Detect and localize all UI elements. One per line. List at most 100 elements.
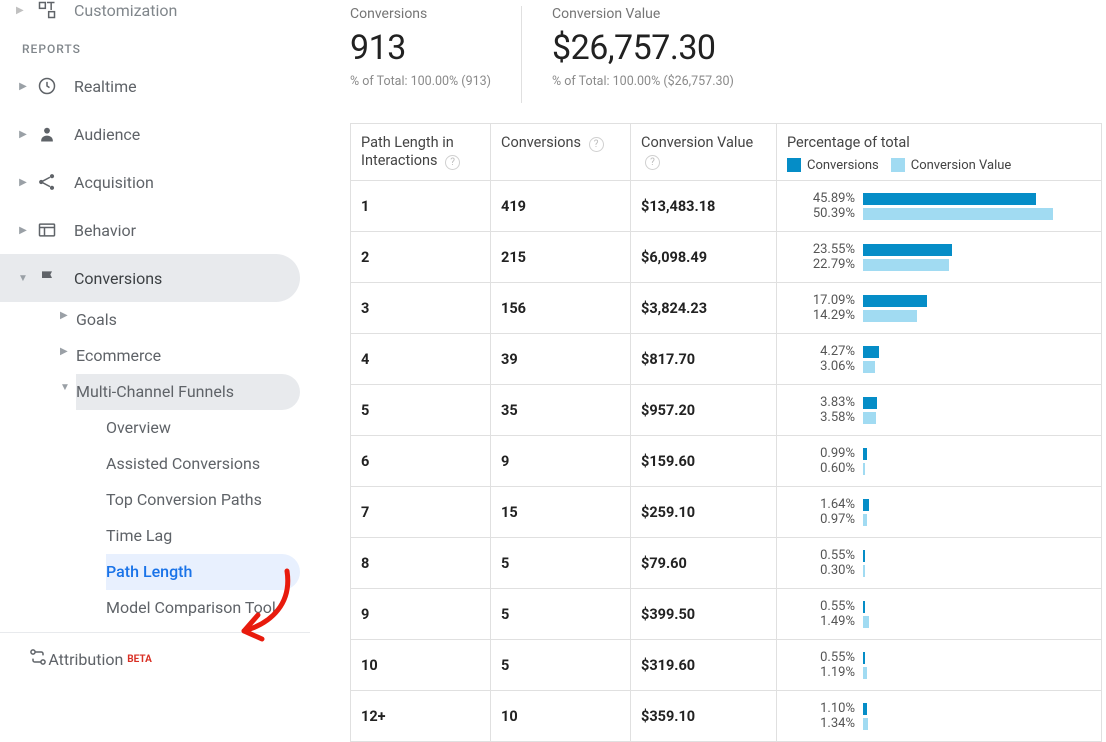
attribution-icon (28, 647, 48, 671)
pct-value: 50.39% (787, 206, 863, 221)
pct-row-conversions: 17.09% (787, 293, 1091, 308)
th-path-length[interactable]: Path Length in Interactions ? (351, 124, 491, 181)
table-row[interactable]: 1419$13,483.1845.89%50.39% (351, 181, 1102, 232)
legend-swatch-value (891, 158, 905, 172)
pct-value: 1.10% (787, 701, 863, 716)
sidebar-item-audience[interactable]: ▶ Audience (0, 110, 310, 158)
leaf-label: Time Lag (106, 526, 172, 545)
sidebar-item-behavior[interactable]: ▶ Behavior (0, 206, 310, 254)
cell-value: $319.60 (631, 640, 777, 691)
sidebar-item-acquisition[interactable]: ▶ Acquisition (0, 158, 310, 206)
cell-percent-chart: 23.55%22.79% (777, 232, 1102, 283)
pct-row-conversions: 0.99% (787, 446, 1091, 461)
chevron-down-icon: ▼ (16, 273, 30, 284)
table-row[interactable]: 12+10$359.101.10%1.34% (351, 691, 1102, 742)
pct-value: 0.99% (787, 446, 863, 461)
cell-value: $399.50 (631, 589, 777, 640)
bar-conversions (863, 193, 1036, 205)
pct-row-value: 1.19% (787, 665, 1091, 680)
bar-value (863, 514, 867, 526)
clock-icon (34, 76, 60, 96)
cell-conversions: 5 (491, 640, 631, 691)
sidebar-item-customization[interactable]: ▶ Customization (0, 0, 310, 28)
th-label: Conversion Value (641, 134, 753, 151)
th-label: Conversions (501, 134, 581, 151)
th-label: Percentage of total (787, 134, 1091, 152)
sidebar-sub-mcf[interactable]: ▼ Multi-Channel Funnels (76, 374, 300, 410)
pct-value: 0.55% (787, 650, 863, 665)
chevron-down-icon: ▼ (60, 382, 74, 395)
pct-value: 1.34% (787, 716, 863, 731)
behavior-icon (34, 220, 60, 240)
leaf-assisted-conversions[interactable]: Assisted Conversions (106, 446, 300, 482)
pct-value: 1.49% (787, 614, 863, 629)
help-icon[interactable]: ? (645, 155, 660, 170)
pct-value: 4.27% (787, 344, 863, 359)
sidebar-sub-goals[interactable]: ▶ Goals (76, 302, 310, 338)
bar-value (863, 259, 949, 271)
cell-conversions: 5 (491, 589, 631, 640)
cell-conversions: 15 (491, 487, 631, 538)
pct-row-conversions: 1.64% (787, 497, 1091, 512)
help-icon[interactable]: ? (589, 137, 604, 152)
table-row[interactable]: 105$319.600.55%1.19% (351, 640, 1102, 691)
sidebar-item-conversions[interactable]: ▼ Conversions (0, 254, 300, 302)
chevron-right-icon: ▶ (16, 129, 30, 140)
leaf-top-conversion-paths[interactable]: Top Conversion Paths (106, 482, 300, 518)
person-icon (34, 124, 60, 144)
beta-badge: BETA (127, 654, 152, 665)
leaf-path-length[interactable]: Path Length (106, 554, 300, 590)
th-conversion-value[interactable]: Conversion Value ? (631, 124, 777, 181)
pct-value: 45.89% (787, 191, 863, 206)
help-icon[interactable]: ? (445, 155, 460, 170)
leaf-time-lag[interactable]: Time Lag (106, 518, 300, 554)
table-row[interactable]: 3156$3,824.2317.09%14.29% (351, 283, 1102, 334)
summary-sub: % of Total: 100.00% ($26,757.30) (552, 74, 734, 89)
summary-title: Conversions (350, 6, 491, 22)
sidebar-item-attribution[interactable]: ▶ Attribution BETA (0, 632, 310, 679)
table-row[interactable]: 715$259.101.64%0.97% (351, 487, 1102, 538)
pct-row-value: 14.29% (787, 308, 1091, 323)
table-row[interactable]: 85$79.600.55%0.30% (351, 538, 1102, 589)
flag-icon (34, 268, 60, 288)
table-row[interactable]: 439$817.704.27%3.06% (351, 334, 1102, 385)
bar-conversions (863, 601, 865, 613)
table-row[interactable]: 2215$6,098.4923.55%22.79% (351, 232, 1102, 283)
sidebar-item-label: Audience (74, 125, 140, 144)
chart-legend: Conversions Conversion Value (787, 158, 1091, 174)
chevron-right-icon: ▶ (60, 346, 74, 359)
pct-row-value: 0.60% (787, 461, 1091, 476)
summary-sub: % of Total: 100.00% (913) (350, 74, 491, 89)
sidebar-item-realtime[interactable]: ▶ Realtime (0, 62, 310, 110)
leaf-overview[interactable]: Overview (106, 410, 300, 446)
chevron-right-icon: ▶ (16, 5, 30, 16)
pct-value: 22.79% (787, 257, 863, 272)
cell-percent-chart: 0.55%0.30% (777, 538, 1102, 589)
cell-percent-chart: 1.64%0.97% (777, 487, 1102, 538)
bar-value (863, 718, 868, 730)
pct-row-value: 1.34% (787, 716, 1091, 731)
leaf-label: Top Conversion Paths (106, 490, 262, 510)
sidebar-item-label: Behavior (74, 221, 136, 240)
sidebar-sub-ecommerce[interactable]: ▶ Ecommerce (76, 338, 310, 374)
legend-label: Conversion Value (911, 158, 1012, 173)
chevron-right-icon: ▶ (16, 81, 30, 92)
pct-row-conversions: 3.83% (787, 395, 1091, 410)
table-row[interactable]: 535$957.203.83%3.58% (351, 385, 1102, 436)
sidebar-sub-label: Ecommerce (76, 346, 161, 366)
th-conversions[interactable]: Conversions ? (491, 124, 631, 181)
cell-path: 9 (351, 589, 491, 640)
table-row[interactable]: 69$159.600.99%0.60% (351, 436, 1102, 487)
th-label: Path Length in Interactions (361, 134, 454, 169)
bar-conversions (863, 397, 877, 409)
bar-conversions (863, 346, 879, 358)
cell-value: $957.20 (631, 385, 777, 436)
table-row[interactable]: 95$399.500.55%1.49% (351, 589, 1102, 640)
pct-value: 0.30% (787, 563, 863, 578)
leaf-label: Path Length (106, 562, 192, 581)
pct-value: 0.97% (787, 512, 863, 527)
leaf-model-comparison[interactable]: Model Comparison Tool (106, 590, 300, 626)
pct-value: 23.55% (787, 242, 863, 257)
bar-value (863, 565, 865, 577)
summary-conversions: Conversions 913 % of Total: 100.00% (913… (350, 6, 522, 103)
